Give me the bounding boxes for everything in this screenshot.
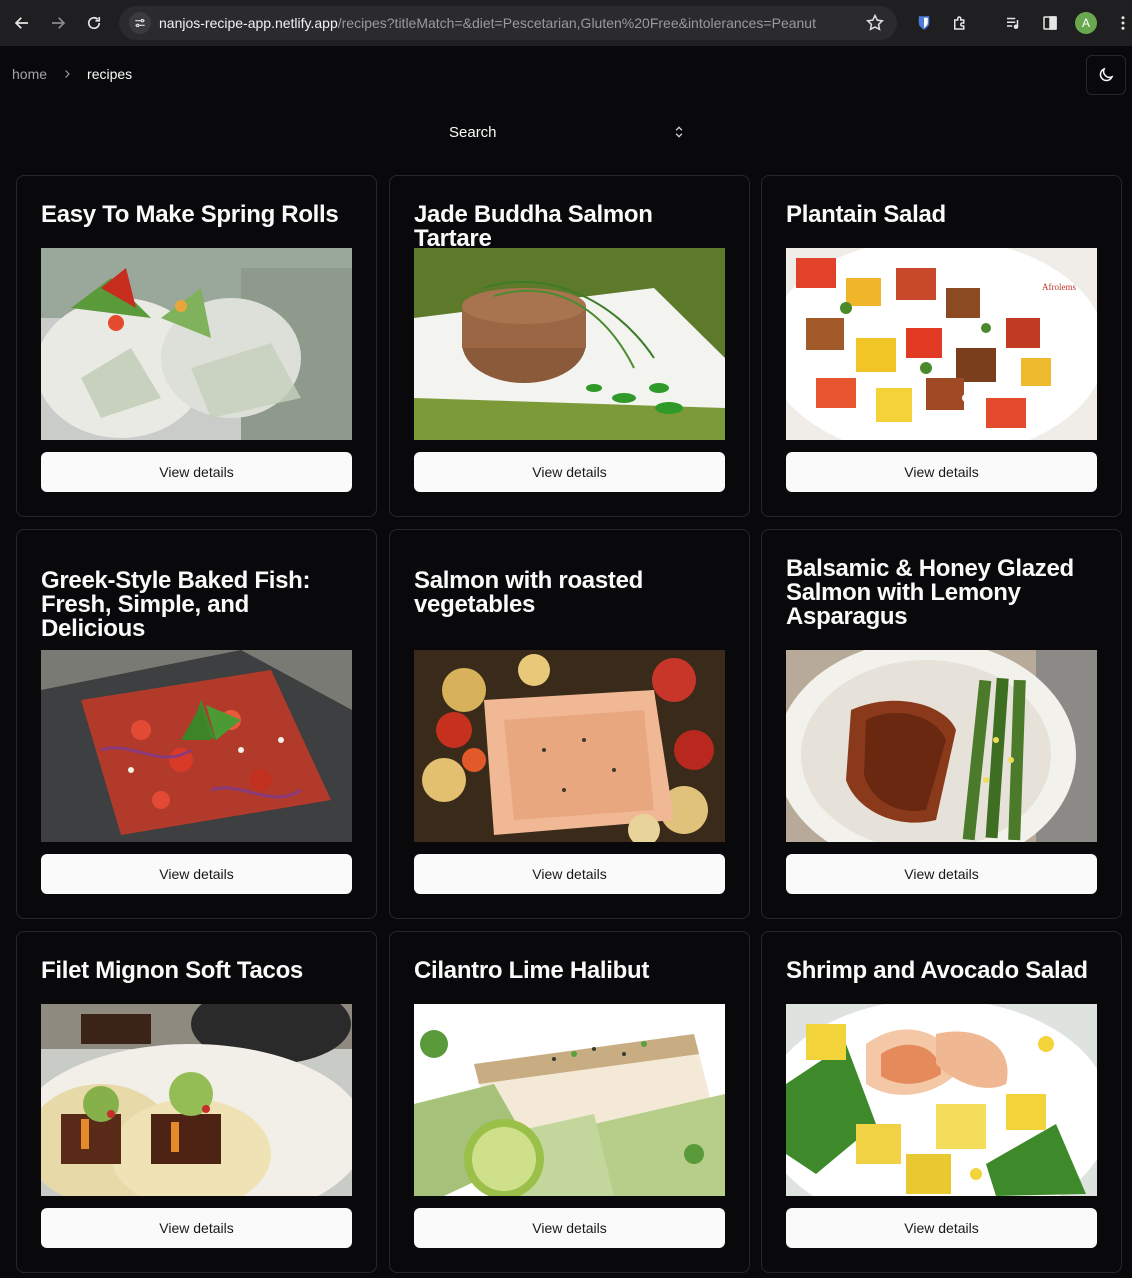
forward-arrow-icon[interactable] bbox=[40, 5, 76, 41]
recipe-title: Salmon with roasted vegetables bbox=[414, 567, 644, 618]
recipe-image-greek-baked-fish bbox=[41, 650, 352, 842]
recipe-image-salmon-roasted-vegetables bbox=[414, 650, 725, 842]
recipe-title: Filet Mignon Soft Tacos bbox=[41, 957, 303, 984]
recipe-card: Salmon with roasted vegetables View deta… bbox=[389, 529, 750, 919]
recipe-title: Cilantro Lime Halibut bbox=[414, 957, 650, 984]
recipe-image-shrimp-avocado-salad bbox=[786, 1004, 1097, 1196]
recipe-card: Balsamic & Honey Glazed Salmon with Lemo… bbox=[761, 529, 1122, 919]
breadcrumb-home-link[interactable]: home bbox=[12, 66, 47, 82]
recipe-title: Jade Buddha Salmon Tartare bbox=[414, 201, 653, 252]
recipe-card: Easy To Make Spring Rolls View details bbox=[16, 175, 377, 517]
recipe-card: Plantain Salad Afrolems View details bbox=[761, 175, 1122, 517]
view-details-button[interactable]: View details bbox=[786, 854, 1097, 894]
bitwarden-shield-icon[interactable] bbox=[911, 10, 937, 36]
recipe-title: Easy To Make Spring Rolls bbox=[41, 201, 339, 228]
address-bar[interactable]: nanjos-recipe-app.netlify.app/recipes?ti… bbox=[119, 6, 897, 40]
moon-icon bbox=[1099, 67, 1114, 82]
side-panel-icon[interactable] bbox=[1037, 10, 1063, 36]
recipe-card: Jade Buddha Salmon Tartare View details bbox=[389, 175, 750, 517]
chevrons-up-down-icon bbox=[675, 126, 683, 138]
recipe-image-plantain-salad: Afrolems bbox=[786, 248, 1097, 440]
view-details-button[interactable]: View details bbox=[41, 452, 352, 492]
reload-icon[interactable] bbox=[76, 5, 112, 41]
view-details-button[interactable]: View details bbox=[414, 452, 725, 492]
url-path: /recipes?titleMatch=&diet=Pescetarian,Gl… bbox=[337, 15, 816, 31]
breadcrumb: home recipes bbox=[12, 66, 132, 82]
recipe-image-cilantro-lime-halibut bbox=[414, 1004, 725, 1196]
view-details-button[interactable]: View details bbox=[414, 1208, 725, 1248]
search-select-label: Search bbox=[449, 123, 497, 141]
view-details-button[interactable]: View details bbox=[786, 452, 1097, 492]
media-queue-icon[interactable] bbox=[1000, 10, 1026, 36]
view-details-button[interactable]: View details bbox=[786, 1208, 1097, 1248]
breadcrumb-current: recipes bbox=[87, 66, 133, 82]
back-arrow-icon[interactable] bbox=[4, 5, 40, 41]
recipe-card: Greek-Style Baked Fish: Fresh, Simple, a… bbox=[16, 529, 377, 919]
recipe-title: Greek-Style Baked Fish: Fresh, Simple, a… bbox=[41, 567, 311, 642]
recipe-title: Plantain Salad bbox=[786, 201, 946, 228]
kebab-menu-icon[interactable] bbox=[1110, 10, 1132, 36]
profile-avatar[interactable]: A bbox=[1075, 12, 1097, 34]
view-details-button[interactable]: View details bbox=[41, 854, 352, 894]
recipe-image-spring-rolls bbox=[41, 248, 352, 440]
view-details-button[interactable]: View details bbox=[41, 1208, 352, 1248]
view-details-button[interactable]: View details bbox=[414, 854, 725, 894]
site-info-icon[interactable] bbox=[129, 12, 151, 34]
recipe-card: Cilantro Lime Halibut View details bbox=[389, 931, 750, 1273]
recipe-image-salmon-tartare bbox=[414, 248, 725, 440]
browser-toolbar: nanjos-recipe-app.netlify.app/recipes?ti… bbox=[0, 0, 1132, 46]
chevron-right-icon bbox=[65, 70, 70, 78]
recipe-title: Balsamic & Honey Glazed Salmon with Lemo… bbox=[786, 555, 1074, 630]
recipe-card: Filet Mignon Soft Tacos View details bbox=[16, 931, 377, 1273]
search-select[interactable]: Search bbox=[438, 114, 694, 150]
extensions-puzzle-icon[interactable] bbox=[947, 10, 973, 36]
image-watermark: Afrolems bbox=[1042, 282, 1076, 292]
bookmark-star-icon[interactable] bbox=[865, 13, 885, 33]
recipe-image-balsamic-salmon bbox=[786, 650, 1097, 842]
url-host: nanjos-recipe-app.netlify.app bbox=[159, 15, 338, 31]
url-text[interactable]: nanjos-recipe-app.netlify.app/recipes?ti… bbox=[159, 15, 849, 31]
recipe-title: Shrimp and Avocado Salad bbox=[786, 957, 1088, 984]
theme-toggle-button[interactable] bbox=[1086, 55, 1126, 95]
recipe-card: Shrimp and Avocado Salad View details bbox=[761, 931, 1122, 1273]
recipe-image-filet-mignon-tacos bbox=[41, 1004, 352, 1196]
